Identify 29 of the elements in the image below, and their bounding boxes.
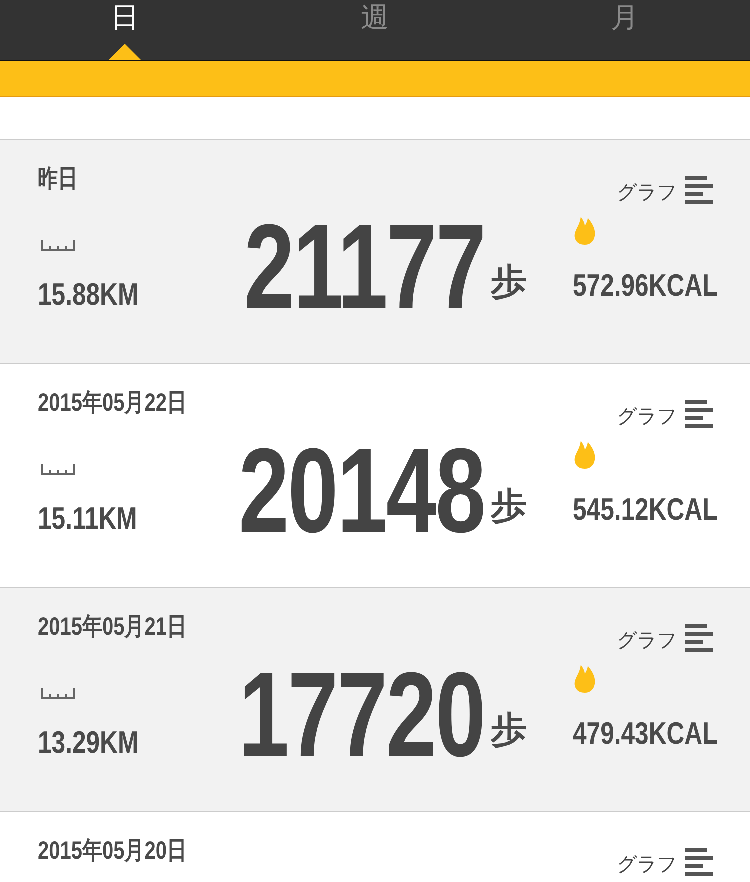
date-label: 2015年05月20日: [38, 836, 187, 867]
graph-link[interactable]: グラフ: [617, 626, 677, 654]
graph-link[interactable]: グラフ: [617, 178, 677, 206]
step-unit: 歩: [491, 485, 527, 529]
calorie-value: 572.96KCAL: [573, 268, 718, 304]
ruler-icon: [41, 687, 75, 699]
date-label: 2015年05月22日: [38, 388, 187, 419]
period-tab[interactable]: 日: [105, 0, 145, 36]
distance-value: 15.11KM: [38, 501, 138, 537]
ruler-icon: [41, 463, 75, 475]
period-tab[interactable]: 月: [605, 0, 645, 36]
step-count: 21177: [244, 206, 485, 326]
distance-value: 15.88KM: [38, 277, 139, 313]
day-row[interactable]: 2015年05月20日 グラフ: [0, 812, 750, 882]
period-tab[interactable]: 週: [355, 0, 395, 36]
step-count: 20148: [238, 430, 485, 550]
graph-link[interactable]: グラフ: [617, 850, 677, 878]
day-row[interactable]: 昨日 15.88KM 21177 歩 グラフ 572.96KCAL: [0, 140, 750, 364]
day-row[interactable]: 2015年05月21日 13.29KM 17720 歩 グラフ 479.43KCAL: [0, 588, 750, 812]
step-count: 17720: [238, 654, 485, 774]
distance-value: 13.29KM: [38, 725, 139, 761]
calorie-value: 479.43KCAL: [573, 716, 718, 752]
calorie-value: 545.12KCAL: [573, 492, 718, 528]
graph-link[interactable]: グラフ: [617, 402, 677, 430]
ruler-icon: [41, 239, 75, 251]
step-unit: 歩: [491, 709, 527, 753]
date-label: 2015年05月21日: [38, 612, 187, 643]
step-unit: 歩: [491, 261, 527, 305]
date-label: 昨日: [38, 164, 78, 195]
